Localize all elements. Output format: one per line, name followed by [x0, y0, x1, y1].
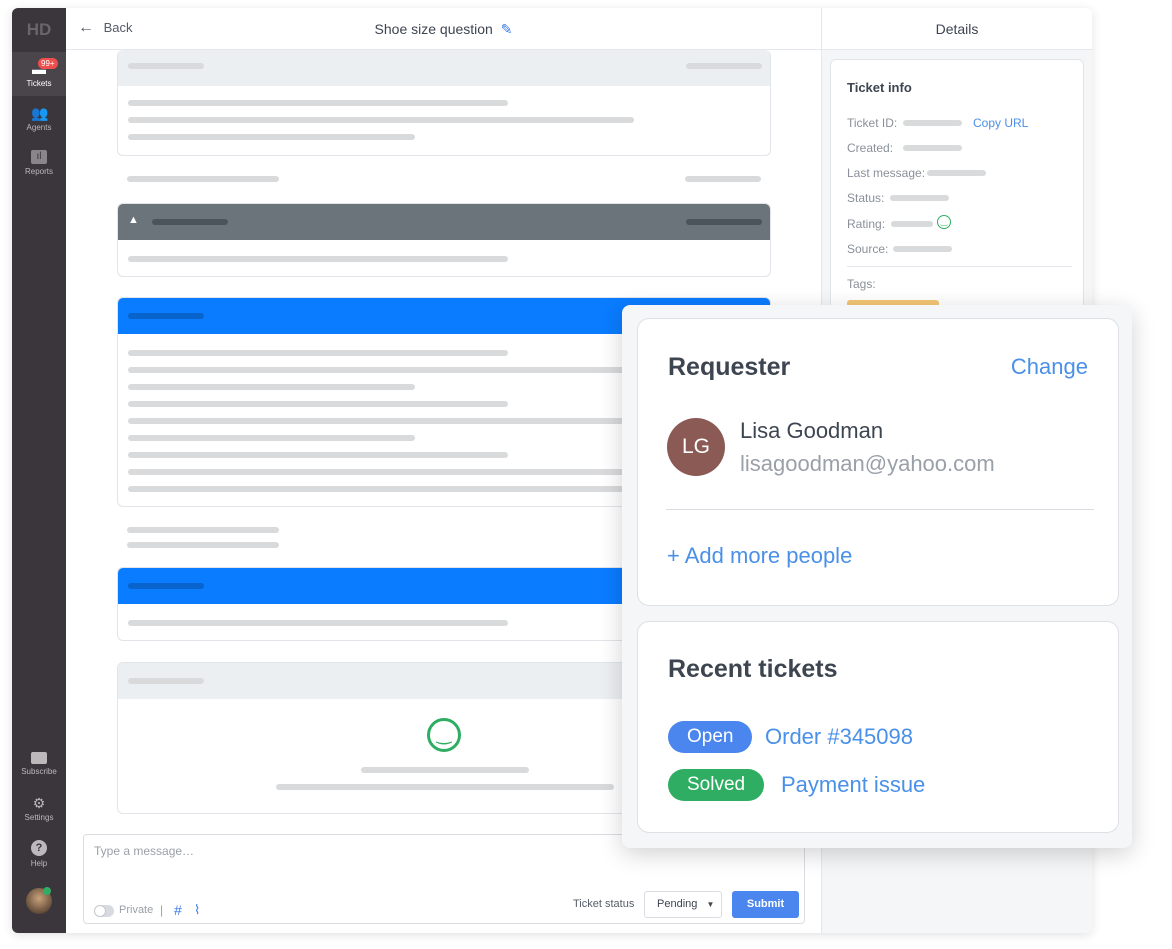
separator: | [160, 903, 164, 917]
sidebar: HD ▬ 99+ Tickets 👥 Agents ıl Reports Sub… [12, 8, 66, 933]
divider [847, 266, 1072, 267]
hashtag-icon[interactable]: # [174, 902, 182, 918]
chart-icon: ıl [31, 150, 47, 164]
help-icon: ? [31, 840, 47, 856]
tickets-badge: 99+ [38, 58, 58, 69]
field-label: Source: [847, 242, 889, 256]
field-label: Rating: [847, 217, 886, 231]
card-icon [31, 752, 47, 764]
gear-icon: ⚙ [32, 795, 46, 811]
private-label: Private [119, 904, 154, 916]
edit-icon[interactable]: ✎ [501, 21, 513, 37]
tags-label: Tags: [847, 277, 876, 291]
ticket-status-label: Ticket status [573, 898, 635, 910]
page-title: Shoe size question [374, 21, 493, 37]
field-label: Ticket ID: [847, 116, 898, 130]
field-label: Status: [847, 191, 885, 205]
sidebar-item-label: Settings [24, 813, 54, 822]
sidebar-item-label: Tickets [26, 79, 52, 88]
status-value: Pending [657, 898, 698, 910]
sidebar-item-label: Help [30, 859, 48, 868]
requester-card: Requester Change LG Lisa Goodman lisagoo… [637, 318, 1119, 606]
recent-ticket-link[interactable]: Payment issue [781, 772, 925, 798]
add-more-people-link[interactable]: + Add more people [667, 543, 852, 569]
field-label: Created: [847, 141, 894, 155]
requester-title: Requester [668, 353, 791, 381]
smiley-icon: ‿ [937, 215, 951, 229]
sidebar-item-subscribe[interactable]: Subscribe [12, 742, 66, 786]
smiley-icon: ‿ [427, 718, 461, 752]
status-badge-solved: Solved [668, 769, 765, 801]
sidebar-item-help[interactable]: ? Help [12, 830, 66, 874]
message-input[interactable]: Type a message… [94, 844, 194, 858]
sidebar-item-label: Reports [24, 167, 53, 176]
copy-url-link[interactable]: Copy URL [973, 116, 1028, 130]
private-note-card: ▲ [117, 203, 771, 277]
ticket-info-title: Ticket info [847, 80, 912, 95]
sidebar-item-label: Agents [26, 123, 52, 132]
divider [666, 509, 1094, 510]
avatar: LG [667, 418, 725, 476]
requester-popover: Requester Change LG Lisa Goodman lisagoo… [622, 305, 1132, 848]
logo: HD [26, 20, 52, 39]
caret-down-icon: ▼ [706, 900, 715, 909]
ticket-status-dropdown[interactable]: Pending ▼ [644, 891, 722, 918]
paperclip-icon[interactable]: ⌇ [194, 902, 200, 918]
submit-button[interactable]: Submit [732, 891, 799, 918]
header: ← Back Shoe size question ✎ [66, 8, 821, 50]
recent-ticket-link[interactable]: Order #345098 [765, 724, 913, 750]
sidebar-item-label: Subscribe [21, 767, 57, 776]
change-link[interactable]: Change [1011, 354, 1088, 380]
private-toggle[interactable] [94, 905, 114, 917]
incognito-icon: ▲ [128, 214, 139, 226]
sidebar-item-settings[interactable]: ⚙ Settings [12, 786, 66, 830]
online-indicator [43, 887, 51, 895]
sidebar-item-tickets[interactable]: ▬ 99+ Tickets [12, 52, 66, 96]
sidebar-item-agents[interactable]: 👥 Agents [12, 96, 66, 140]
requester-email: lisagoodman@yahoo.com [740, 451, 995, 476]
status-badge-open: Open [668, 721, 753, 753]
message-card [117, 50, 771, 156]
sidebar-item-reports[interactable]: ıl Reports [12, 140, 66, 184]
recent-tickets-card: Recent tickets Open Order #345098 Solved… [637, 621, 1119, 833]
details-title: Details [822, 8, 1092, 50]
recent-tickets-title: Recent tickets [668, 655, 838, 683]
users-icon: 👥 [31, 105, 49, 121]
field-label: Last message: [847, 166, 926, 180]
requester-name: Lisa Goodman [740, 418, 884, 443]
